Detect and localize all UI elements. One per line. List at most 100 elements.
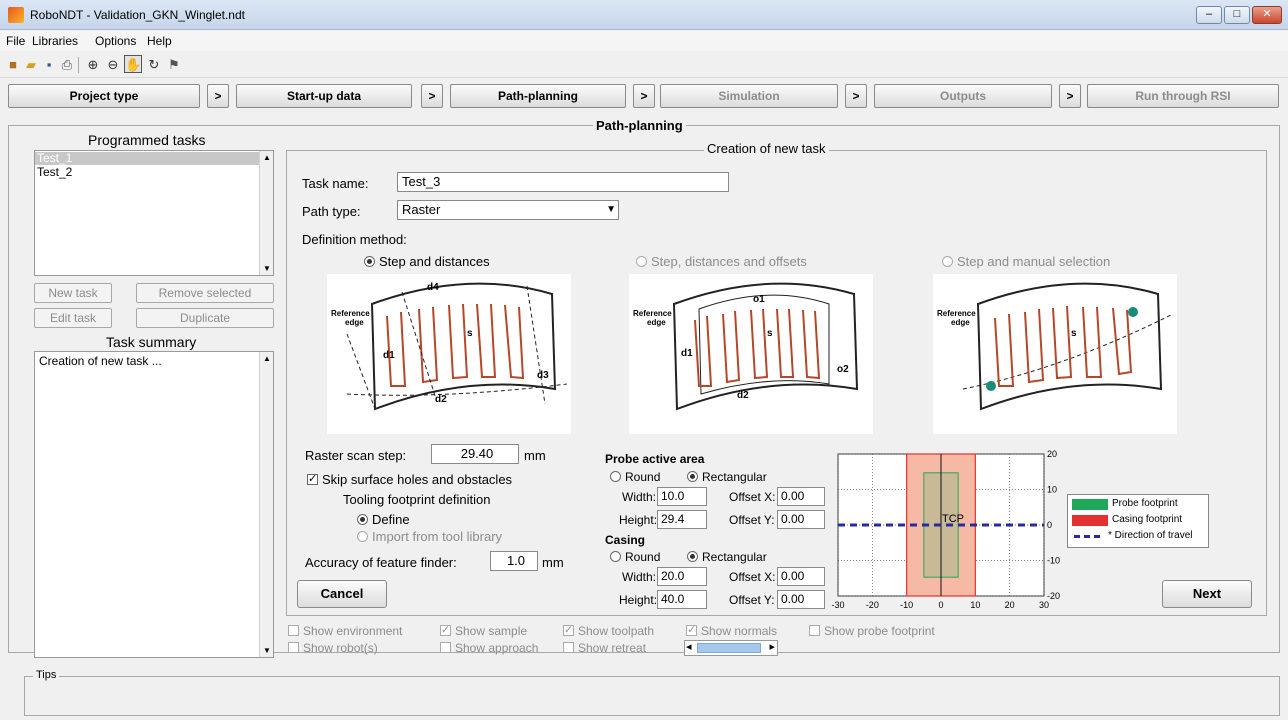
slider-left-icon[interactable]: ◂	[686, 640, 692, 653]
checkbox-icon[interactable]	[288, 642, 299, 653]
show-normals-checkbox[interactable]: Show normals	[686, 623, 777, 638]
raster-step-input[interactable]: 29.40	[431, 444, 519, 464]
casing-title: Casing	[605, 533, 646, 547]
next-button[interactable]: Next	[1162, 580, 1252, 608]
print-icon[interactable]: ⎙	[58, 55, 76, 73]
probe-height-input[interactable]: 29.4	[657, 510, 707, 529]
scroll-down-icon[interactable]: ▼	[263, 646, 271, 655]
step-arrow-4[interactable]: >	[845, 84, 867, 108]
rotate-3d-icon[interactable]: ↻	[145, 55, 163, 73]
minimize-button[interactable]: –	[1196, 6, 1222, 24]
define-radio[interactable]: Define	[357, 512, 410, 527]
step-outputs[interactable]: Outputs	[874, 84, 1052, 108]
accuracy-input[interactable]: 1.0	[490, 551, 538, 571]
method-step-manual[interactable]: Step and manual selection	[942, 254, 1110, 269]
step-path-planning[interactable]: Path-planning	[450, 84, 626, 108]
casing-round-radio[interactable]: Round	[610, 550, 660, 564]
casing-offset-x-input[interactable]: 0.00	[777, 567, 825, 586]
slider-thumb[interactable]	[697, 643, 761, 653]
save-icon[interactable]: ▪	[40, 55, 58, 73]
method-step-distances[interactable]: Step and distances	[364, 254, 490, 269]
probe-offset-y-input[interactable]: 0.00	[777, 510, 825, 529]
checkbox-icon[interactable]	[288, 625, 299, 636]
list-item[interactable]: Test_1	[35, 152, 260, 165]
radio-selected-icon[interactable]	[687, 471, 698, 482]
import-library-radio[interactable]: Import from tool library	[357, 529, 502, 544]
menu-options[interactable]: Options	[95, 34, 136, 48]
radio-icon[interactable]	[636, 256, 647, 267]
maximize-button[interactable]: □	[1224, 6, 1250, 24]
checkbox-icon[interactable]	[440, 623, 451, 636]
close-button[interactable]: ✕	[1252, 6, 1282, 24]
radio-selected-icon[interactable]	[364, 256, 375, 267]
checkbox-icon[interactable]	[440, 642, 451, 653]
menu-libraries[interactable]: Libraries	[32, 34, 78, 48]
casing-height-input[interactable]: 40.0	[657, 590, 707, 609]
task-list-scrollbar[interactable]: ▲ ▼	[259, 151, 273, 275]
casing-offset-y-input[interactable]: 0.00	[777, 590, 825, 609]
diagram-step-distances-offsets: Reference edge o1 s d1 o2 d2	[629, 274, 873, 434]
step-arrow-2[interactable]: >	[421, 84, 443, 108]
zoom-out-icon[interactable]: ⊖	[104, 55, 122, 73]
pan-hand-icon[interactable]: ✋	[124, 55, 142, 73]
checkbox-icon[interactable]	[563, 642, 574, 653]
path-type-select[interactable]: Raster ▼	[397, 200, 619, 220]
remove-selected-button[interactable]: Remove selected	[136, 283, 274, 303]
step-arrow-3[interactable]: >	[633, 84, 655, 108]
cancel-button[interactable]: Cancel	[297, 580, 387, 608]
step-start-up-data[interactable]: Start-up data	[236, 84, 412, 108]
title-bar: RoboNDT - Validation_GKN_Winglet.ndt – □…	[0, 0, 1288, 30]
zoom-in-icon[interactable]: ⊕	[84, 55, 102, 73]
checkbox-icon[interactable]	[686, 623, 697, 636]
slider-right-icon[interactable]: ▸	[769, 640, 775, 653]
open-folder-icon[interactable]: ▰	[22, 55, 40, 73]
step-run-through-rsi[interactable]: Run through RSI	[1087, 84, 1279, 108]
list-item[interactable]: Test_2	[35, 166, 260, 179]
show-robots-checkbox[interactable]: Show robot(s)	[288, 641, 378, 655]
method-step-distances-offsets[interactable]: Step, distances and offsets	[636, 254, 807, 269]
chart-legend: Probe footprint Casing footprint * Direc…	[1067, 494, 1209, 548]
menu-file[interactable]: File	[6, 34, 25, 48]
menu-help[interactable]: Help	[147, 34, 172, 48]
show-retreat-checkbox[interactable]: Show retreat	[563, 641, 646, 655]
checkbox-icon[interactable]	[307, 472, 318, 485]
duplicate-button[interactable]: Duplicate	[136, 308, 274, 328]
scroll-down-icon[interactable]: ▼	[263, 264, 271, 273]
radio-icon[interactable]	[942, 256, 953, 267]
radio-selected-icon[interactable]	[357, 514, 368, 525]
radio-icon[interactable]	[357, 531, 368, 542]
checkbox-icon[interactable]	[563, 623, 574, 636]
radio-selected-icon[interactable]	[687, 551, 698, 562]
display-slider[interactable]: ◂ ▸	[684, 640, 778, 656]
radio-icon[interactable]	[610, 551, 621, 562]
show-sample-checkbox[interactable]: Show sample	[440, 623, 527, 638]
show-toolpath-checkbox[interactable]: Show toolpath	[563, 623, 654, 638]
probe-round-radio[interactable]: Round	[610, 470, 660, 484]
checkbox-icon[interactable]	[809, 625, 820, 636]
data-cursor-icon[interactable]: ⚑	[165, 55, 183, 73]
edit-task-button[interactable]: Edit task	[34, 308, 112, 328]
scroll-up-icon[interactable]: ▲	[263, 354, 271, 363]
new-project-icon[interactable]: ■	[4, 55, 22, 73]
show-probe-footprint-checkbox[interactable]: Show probe footprint	[809, 624, 935, 638]
scroll-up-icon[interactable]: ▲	[263, 153, 271, 162]
skip-holes-checkbox[interactable]: Skip surface holes and obstacles	[307, 472, 512, 487]
show-approach-checkbox[interactable]: Show approach	[440, 641, 538, 655]
casing-width-input[interactable]: 20.0	[657, 567, 707, 586]
step-project-type[interactable]: Project type	[8, 84, 200, 108]
diagram-text: edge	[951, 318, 970, 327]
chevron-down-icon[interactable]: ▼	[606, 201, 616, 219]
task-list[interactable]: Test_1 Test_2 ▲ ▼	[34, 150, 274, 276]
probe-rect-radio[interactable]: Rectangular	[687, 470, 767, 484]
step-simulation[interactable]: Simulation	[660, 84, 838, 108]
probe-width-input[interactable]: 10.0	[657, 487, 707, 506]
radio-icon[interactable]	[610, 471, 621, 482]
show-environment-checkbox[interactable]: Show environment	[288, 624, 402, 638]
step-arrow-1[interactable]: >	[207, 84, 229, 108]
new-task-button[interactable]: New task	[34, 283, 112, 303]
summary-scrollbar[interactable]: ▲ ▼	[259, 352, 273, 657]
casing-rect-radio[interactable]: Rectangular	[687, 550, 767, 564]
probe-offset-x-input[interactable]: 0.00	[777, 487, 825, 506]
step-arrow-5[interactable]: >	[1059, 84, 1081, 108]
task-name-input[interactable]: Test_3	[397, 172, 729, 192]
